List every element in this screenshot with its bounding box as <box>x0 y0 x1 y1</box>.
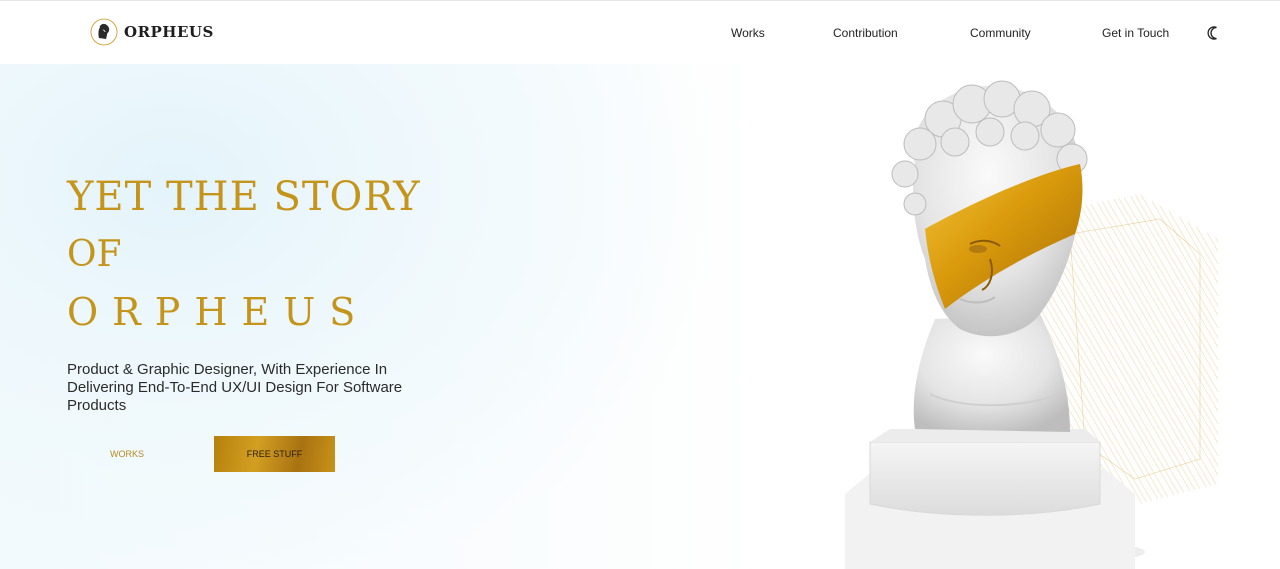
nav-community[interactable]: Community <box>970 26 1031 40</box>
hero-headline-line3: ORPHEUS <box>67 290 370 334</box>
logo[interactable]: ORPHEUS <box>90 18 214 46</box>
brand-name: ORPHEUS <box>124 23 214 41</box>
orpheus-head-icon <box>90 18 118 46</box>
hero-bust-image <box>740 64 1245 569</box>
nav-works[interactable]: Works <box>731 26 765 40</box>
nav-get-in-touch[interactable]: Get in Touch <box>1102 26 1169 40</box>
nav-contribution[interactable]: Contribution <box>833 26 898 40</box>
site-header: ORPHEUS Works Contribution Community Get… <box>0 0 1280 64</box>
hero-headline-line2: OF <box>67 234 122 275</box>
hero-section: YET THE STORY OF ORPHEUS Product & Graph… <box>0 64 1280 569</box>
moon-icon[interactable] <box>1206 25 1222 41</box>
free-stuff-button[interactable]: FREE STUFF <box>214 436 335 472</box>
works-button[interactable]: WORKS <box>67 436 187 472</box>
hero-headline-line1: YET THE STORY <box>67 174 421 220</box>
hero-subtitle: Product & Graphic Designer, With Experie… <box>67 361 403 414</box>
page: ORPHEUS Works Contribution Community Get… <box>0 0 1280 569</box>
